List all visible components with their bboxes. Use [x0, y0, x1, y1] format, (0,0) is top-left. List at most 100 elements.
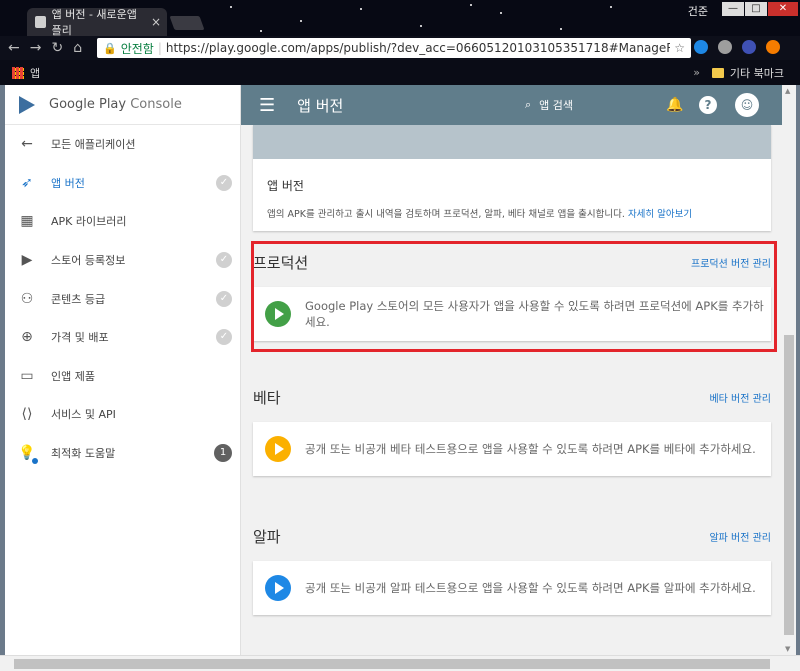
- back-arrow-icon: ←: [21, 136, 33, 153]
- close-window-button[interactable]: ✕: [768, 2, 798, 16]
- alpha-message-card: 공개 또는 비공개 알파 테스트용으로 앱을 사용할 수 있도록 하려면 APK…: [253, 561, 771, 615]
- tab-favicon-icon: [35, 16, 46, 28]
- learn-more-link[interactable]: 자세히 알아보기: [628, 209, 692, 220]
- lock-icon: 🔒: [103, 41, 117, 55]
- app-versions-card: 앱 버전 앱의 APK를 관리하고 출시 내역을 검토하며 프로덕션, 알파, …: [253, 125, 771, 231]
- card-banner: [253, 125, 771, 159]
- alpha-section: 알파 알파 버전 관리 공개 또는 비공개 알파 테스트용으로 앱을 사용할 수…: [253, 521, 771, 615]
- card-description-text: 앱의 APK를 관리하고 출시 내역을 검토하며 프로덕션, 알파, 베타 채널…: [267, 209, 625, 220]
- play-icon: [265, 575, 291, 601]
- back-icon[interactable]: ←: [8, 40, 20, 56]
- main-content: 앱 버전 앱의 APK를 관리하고 출시 내역을 검토하며 프로덕션, 알파, …: [241, 125, 782, 655]
- count-badge: 1: [214, 444, 232, 463]
- sidebar-item-label: APK 라이브러리: [51, 215, 127, 229]
- extension-icons: [694, 40, 780, 54]
- sidebar-item-apk-library[interactable]: ▦ APK 라이브러리: [5, 202, 240, 241]
- brand-console: Console: [130, 97, 182, 112]
- bell-icon[interactable]: 🔔: [666, 97, 683, 113]
- apps-bookmark[interactable]: 앱: [12, 65, 40, 81]
- beta-message-card: 공개 또는 비공개 베타 테스트용으로 앱을 사용할 수 있도록 하려면 APK…: [253, 422, 771, 476]
- extension-icon[interactable]: [718, 40, 732, 54]
- browser-tab[interactable]: 앱 버전 - 새로운앱플리 ×: [27, 8, 167, 36]
- bookmark-star-icon[interactable]: ☆: [674, 41, 685, 55]
- brand-name: Google Play Console: [49, 97, 182, 112]
- sidebar: Google Play Console ← 모든 애플리케이션 ➶ 앱 버전 ✓…: [5, 85, 241, 655]
- sidebar-item-label: 모든 애플리케이션: [51, 138, 136, 152]
- section-title: 베타: [253, 388, 281, 407]
- forward-icon[interactable]: →: [30, 40, 42, 56]
- grid-icon: ▦: [20, 213, 34, 230]
- manage-beta-link[interactable]: 베타 버전 관리: [709, 390, 771, 405]
- check-icon: ✓: [216, 174, 232, 191]
- tab-title: 앱 버전 - 새로운앱플리: [51, 8, 137, 36]
- scrollbar-thumb[interactable]: [14, 659, 770, 669]
- new-tab-button[interactable]: [169, 16, 205, 30]
- search-label: 앱 검색: [539, 99, 574, 112]
- extension-icon[interactable]: [766, 40, 780, 54]
- url-text[interactable]: https://play.google.com/apps/publish/?de…: [166, 41, 670, 55]
- globe-icon: ⊕: [21, 329, 33, 346]
- sidebar-item-label: 서비스 및 API: [51, 408, 116, 422]
- bookmarks-overflow-icon[interactable]: »: [693, 66, 700, 79]
- content-rating-icon: ⚇: [20, 290, 34, 307]
- sidebar-item-in-app-products[interactable]: ▭ 인앱 제품: [5, 357, 240, 396]
- sidebar-item-label: 인앱 제품: [51, 369, 95, 383]
- window-titlebar: 앱 버전 - 새로운앱플리 × 건준 — □ ✕: [0, 0, 800, 36]
- sidebar-item-services-api[interactable]: ⟨⟩ 서비스 및 API: [5, 395, 240, 434]
- avatar[interactable]: ☺: [735, 93, 759, 117]
- app-toolbar: ☰ 앱 버전 ⌕ 앱 검색 🔔 ? ☺: [241, 85, 782, 125]
- sidebar-item-pricing[interactable]: ⊕ 가격 및 배포 ✓: [5, 318, 240, 357]
- notification-dot: [32, 457, 38, 464]
- check-icon: ✓: [216, 290, 232, 307]
- secure-label: 안전함: [120, 41, 154, 56]
- sidebar-item-label: 앱 버전: [51, 176, 85, 190]
- window-user[interactable]: 건준: [688, 3, 708, 19]
- page-title: 앱 버전: [297, 96, 344, 115]
- minimize-button[interactable]: —: [722, 2, 744, 16]
- address-bar[interactable]: 🔒 안전함 | https://play.google.com/apps/pub…: [97, 38, 691, 58]
- maximize-button[interactable]: □: [745, 2, 767, 16]
- extension-icon[interactable]: [694, 40, 708, 54]
- other-bookmarks[interactable]: 기타 북마크: [711, 65, 784, 81]
- check-icon: ✓: [216, 329, 232, 346]
- check-icon: ✓: [216, 252, 232, 269]
- sidebar-item-app-releases[interactable]: ➶ 앱 버전 ✓: [5, 164, 240, 203]
- window-frame-right: [796, 85, 800, 671]
- code-icon: ⟨⟩: [21, 406, 33, 423]
- sidebar-item-content-rating[interactable]: ⚇ 콘텐츠 등급 ✓: [5, 279, 240, 318]
- store-icon: ▶: [21, 252, 33, 269]
- sidebar-item-label: 스토어 등록정보: [51, 254, 126, 268]
- google-play-logo-icon: [17, 95, 39, 114]
- section-header: 알파 알파 버전 관리: [253, 521, 771, 551]
- scroll-up-icon[interactable]: ▲: [785, 87, 790, 95]
- production-highlight-box: [251, 241, 777, 352]
- sidebar-header[interactable]: Google Play Console: [5, 85, 240, 125]
- app-search[interactable]: ⌕ 앱 검색: [525, 97, 573, 113]
- sidebar-item-all-apps[interactable]: ← 모든 애플리케이션: [5, 125, 240, 164]
- sidebar-item-store-listing[interactable]: ▶ 스토어 등록정보 ✓: [5, 241, 240, 280]
- scrollbar-thumb[interactable]: [784, 335, 794, 635]
- tab-close-icon[interactable]: ×: [151, 15, 161, 29]
- beta-section: 베타 베타 버전 관리 공개 또는 비공개 베타 테스트용으로 앱을 사용할 수…: [253, 382, 771, 476]
- menu-icon[interactable]: ☰: [259, 95, 275, 116]
- extension-icon[interactable]: [742, 40, 756, 54]
- help-icon[interactable]: ?: [699, 96, 717, 114]
- sidebar-item-label: 콘텐츠 등급: [51, 292, 106, 306]
- play-icon: [265, 436, 291, 462]
- scroll-down-icon[interactable]: ▼: [785, 645, 790, 653]
- horizontal-scrollbar[interactable]: [0, 655, 800, 671]
- card-title: 앱 버전: [267, 179, 304, 193]
- manage-alpha-link[interactable]: 알파 버전 관리: [709, 529, 771, 544]
- home-icon[interactable]: ⌂: [73, 40, 82, 56]
- rocket-icon: ➶: [21, 174, 33, 191]
- section-title: 알파: [253, 527, 281, 546]
- folder-icon: [711, 67, 724, 78]
- reload-icon[interactable]: ↻: [51, 40, 63, 56]
- card-description: 앱의 APK를 관리하고 출시 내역을 검토하며 프로덕션, 알파, 베타 채널…: [267, 206, 771, 220]
- sidebar-item-optimization-tips[interactable]: 💡 최적화 도움말 1: [5, 434, 240, 473]
- card-icon: ▭: [20, 367, 34, 384]
- vertical-scrollbar[interactable]: ▲ ▼: [782, 85, 796, 655]
- brand-google-play: Google Play: [49, 97, 127, 112]
- section-message: 공개 또는 비공개 알파 테스트용으로 앱을 사용할 수 있도록 하려면 APK…: [305, 581, 756, 595]
- sidebar-item-label: 최적화 도움말: [51, 447, 116, 461]
